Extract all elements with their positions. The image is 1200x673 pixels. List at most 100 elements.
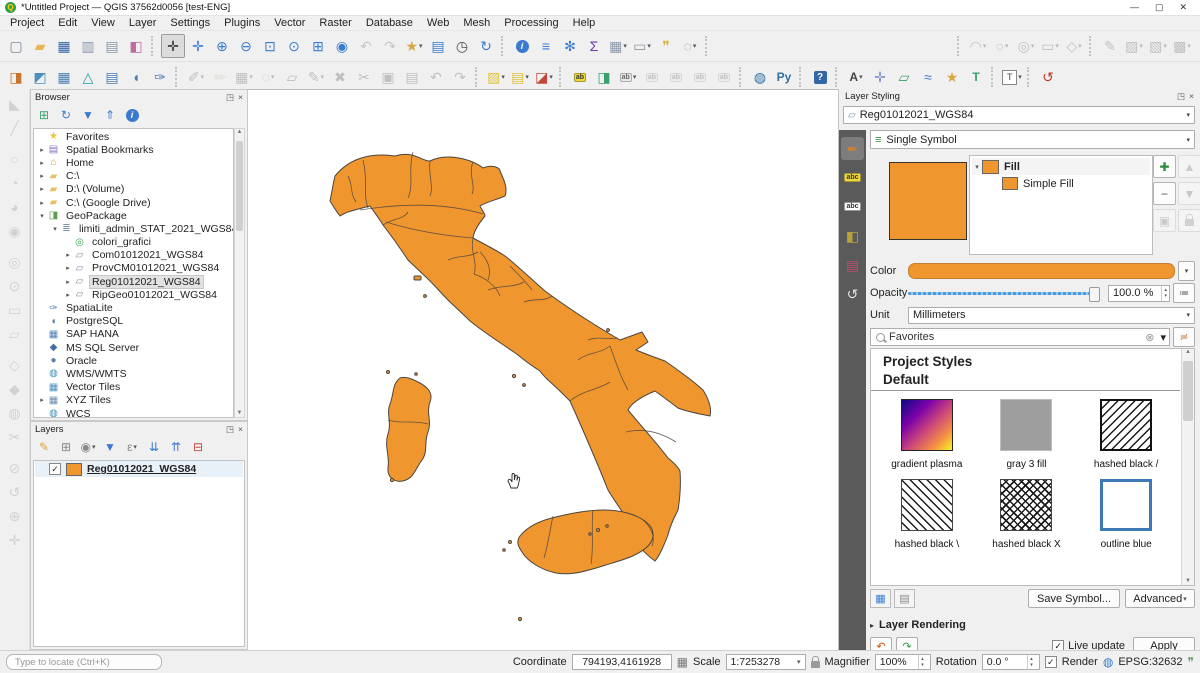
undo-style-button[interactable]: ↶ (870, 637, 892, 651)
move-feature[interactable]: ✛ (4, 529, 26, 551)
style-gray-3-fill[interactable]: gray 3 fill (977, 399, 1077, 479)
browser-item-xyz-tiles[interactable]: ▸▦XYZ Tiles (34, 394, 233, 407)
browser-item-sap-hana[interactable]: ▦SAP HANA (34, 328, 233, 341)
text-annotation[interactable]: A▾ (845, 66, 867, 88)
collapse-all-layers[interactable]: ⇈ (166, 437, 186, 457)
maximize-button[interactable]: ▢ (1155, 2, 1164, 13)
extents-icon[interactable]: ▦ (677, 655, 688, 669)
browser-item-ripgeo01012021-wgs84[interactable]: ▸▱RipGeo01012021_WGS84 (34, 288, 233, 301)
tab-labels[interactable]: abc (841, 166, 864, 189)
browser-item-spatialite[interactable]: ✑SpatiaLite (34, 301, 233, 314)
digitize-ellipse[interactable]: ◎▾ (1015, 35, 1037, 57)
open-layer-styling-panel[interactable]: ✎ (34, 437, 54, 457)
redo-edit[interactable]: ↷ (449, 66, 471, 88)
add-raster-layer[interactable]: ▦ (53, 66, 75, 88)
refresh-map[interactable]: ↻ (475, 35, 497, 57)
help-contents[interactable]: ? (809, 66, 831, 88)
deselect-all[interactable]: ◪▾ (533, 66, 555, 88)
spin-down-icon[interactable]: ▾ (1164, 293, 1167, 299)
spin-down-icon[interactable]: ▾ (1030, 662, 1033, 668)
add-symbol-layer[interactable]: ✚ (1153, 155, 1176, 178)
menu-vector[interactable]: Vector (267, 17, 312, 29)
browser-float-button[interactable]: ◳ (226, 92, 234, 103)
marker-annotation[interactable]: ★ (941, 66, 963, 88)
browser-item-spatial-bookmarks[interactable]: ▸▤Spatial Bookmarks (34, 143, 233, 156)
save-layer-edits[interactable]: ▦▾ (233, 66, 255, 88)
move-symbol-layer-up[interactable]: ▲ (1178, 155, 1200, 178)
layer-visibility-checkbox[interactable]: ✓ (49, 463, 61, 475)
layer-rendering-row[interactable]: ▸ Layer Rendering (870, 617, 1195, 633)
current-edits[interactable]: ✐▾ (185, 66, 207, 88)
menu-settings[interactable]: Settings (163, 17, 217, 29)
text-along-line-annotation[interactable]: T (965, 66, 987, 88)
menu-processing[interactable]: Processing (497, 17, 565, 29)
add-delimited-text-layer[interactable]: ▤ (101, 66, 123, 88)
redo-style-button[interactable]: ↷ (896, 637, 918, 651)
regular-polygon-center[interactable]: ◇ (4, 354, 26, 376)
rectangle-from-extent[interactable]: ▭ (4, 299, 26, 321)
pan-to-selection[interactable]: ✛ (187, 35, 209, 57)
line-annotation[interactable]: ≈ (917, 66, 939, 88)
circle-2-points[interactable]: ○ (4, 148, 26, 170)
renderer-selector[interactable]: ≡ Single Symbol ▾ (870, 130, 1195, 149)
zoom-to-layer[interactable]: ⊞ (307, 35, 329, 57)
ellipse-from-center[interactable]: ◎ (4, 251, 26, 273)
styling-close-button[interactable]: × (1189, 91, 1194, 102)
browser-item-oracle[interactable]: ●Oracle (34, 354, 233, 367)
style-hashed-black[interactable]: hashed black / (1076, 399, 1176, 479)
menu-project[interactable]: Project (3, 17, 51, 29)
unit-selector[interactable]: Millimeters ▾ (908, 307, 1195, 324)
filter-legend[interactable]: ▼ (100, 437, 120, 457)
map-canvas[interactable] (248, 89, 838, 650)
style-gradient-plasma[interactable]: gradient plasma (877, 399, 977, 479)
menu-help[interactable]: Help (566, 17, 603, 29)
crs-value[interactable]: EPSG:32632 (1118, 656, 1182, 668)
zoom-last[interactable]: ↶ (355, 35, 377, 57)
browser-item-geopackage[interactable]: ▾◨GeoPackage (34, 209, 233, 222)
clear-filter-icon[interactable]: ⊗ (1145, 331, 1154, 344)
temporal-controller[interactable]: ◷ (451, 35, 473, 57)
show-layout-manager[interactable]: ▤ (101, 35, 123, 57)
processing-toolbox[interactable]: ✻ (559, 35, 581, 57)
menu-raster[interactable]: Raster (312, 17, 358, 29)
list-view-toggle[interactable]: ▤ (894, 589, 915, 608)
zoom-out[interactable]: ⊖ (235, 35, 257, 57)
layer-item-reg01012021-wgs84[interactable]: ✓ Reg01012021_WGS84 (35, 461, 243, 477)
browser-item-postgresql[interactable]: ◖PostgreSQL (34, 315, 233, 328)
styling-layer-selector[interactable]: ▱ Reg01012021_WGS84 ▾ (843, 106, 1195, 124)
browser-item-limiti-admin-stat-2021-wgs84-gpkg[interactable]: ▾≣limiti_admin_STAT_2021_WGS84.gpkg (34, 222, 233, 235)
coordinate-input[interactable] (572, 654, 672, 670)
styling-float-button[interactable]: ◳ (1177, 91, 1185, 102)
browser-item-d-volume[interactable]: ▸▰D:\ (Volume) (34, 183, 233, 196)
tab-masks[interactable]: abc (841, 195, 864, 218)
live-update-checkbox[interactable]: ✓ (1052, 640, 1064, 650)
zoom-to-selection[interactable]: ⊙ (283, 35, 305, 57)
close-button[interactable]: ✕ (1179, 2, 1187, 13)
move-label[interactable]: ab (665, 66, 687, 88)
tab-history[interactable]: ↺ (841, 282, 864, 305)
icon-view-toggle[interactable]: ▦ (870, 589, 891, 608)
style-manager[interactable]: ◧ (125, 35, 147, 57)
polygon-annotation[interactable]: ▱ (893, 66, 915, 88)
new-project[interactable]: ▢ (5, 35, 27, 57)
tab-3d-view[interactable]: ◧ (841, 224, 864, 247)
save-project[interactable]: ▦ (53, 35, 75, 57)
browser-item-home[interactable]: ▸⌂Home (34, 156, 233, 169)
lock-scale-icon[interactable] (811, 661, 820, 668)
digitize-regular-polygon[interactable]: ◇▾ (1063, 35, 1085, 57)
render-checkbox[interactable]: ✓ (1045, 656, 1057, 668)
digitize-arc[interactable]: ◠▾ (967, 35, 989, 57)
zoom-next[interactable]: ↷ (379, 35, 401, 57)
change-label[interactable]: ab (713, 66, 735, 88)
highlight-pinned-labels[interactable]: ab (641, 66, 663, 88)
python-console[interactable]: Py (773, 66, 795, 88)
minimize-button[interactable]: — (1130, 2, 1139, 13)
ellipse-from-extent[interactable]: ⊙ (4, 275, 26, 297)
vertex-tool[interactable]: ✎ (1099, 35, 1121, 57)
circle-3-points[interactable]: ◔ (4, 172, 26, 194)
open-project[interactable]: ▰ (29, 35, 51, 57)
digitize-with-segment[interactable]: ◌▾ (257, 66, 279, 88)
browser-item-c[interactable]: ▸▰C:\ (34, 170, 233, 183)
style-search-input[interactable]: Favorites ⊗ ▾ (870, 328, 1170, 346)
tab-symbology[interactable]: ✒ (841, 137, 864, 160)
